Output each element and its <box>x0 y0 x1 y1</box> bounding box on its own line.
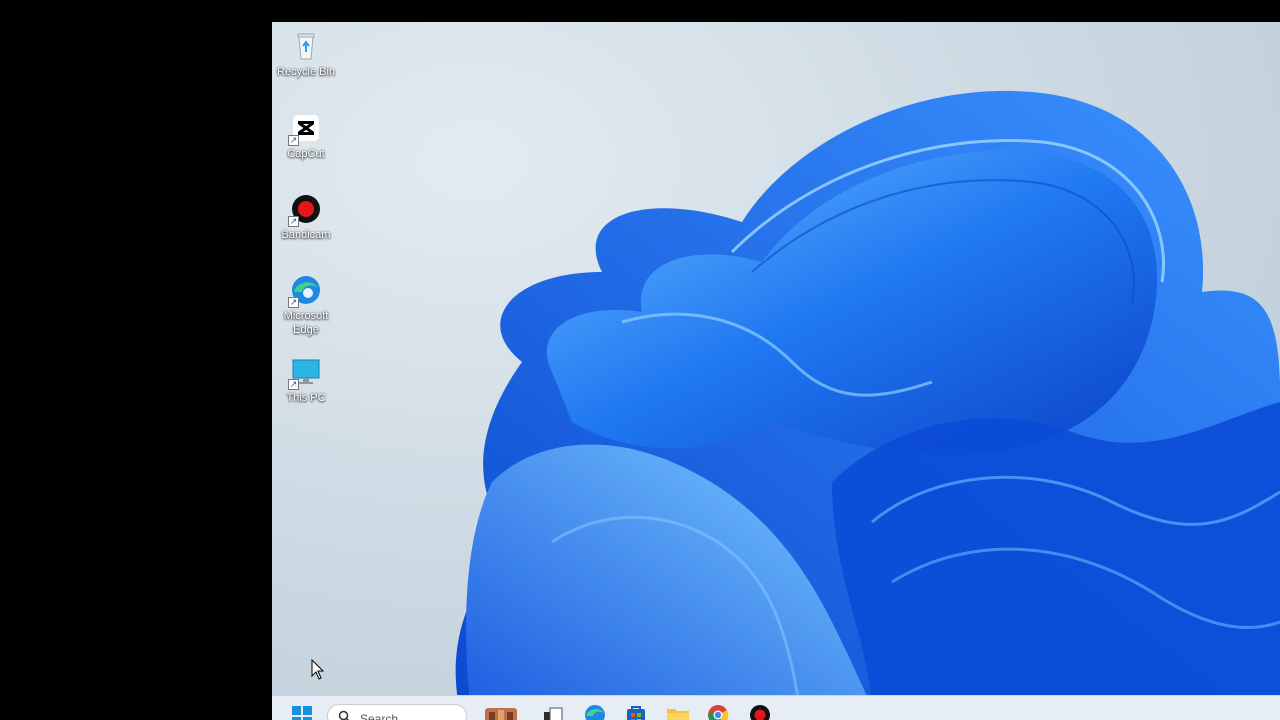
mouse-cursor-icon <box>311 658 325 686</box>
desktop-icon-label: Bandicam <box>281 229 331 241</box>
shortcut-arrow-icon: ↗ <box>288 216 299 227</box>
desktop-icon-this-pc[interactable]: ↗ This PC <box>272 356 342 405</box>
widgets-icon[interactable] <box>484 704 518 720</box>
desktop-icon-label: This PC <box>286 392 326 404</box>
desktop-icon-label: Microsoft Edge <box>283 310 329 336</box>
bandicam-icon: ↗ <box>288 193 322 227</box>
store-icon[interactable] <box>625 704 647 720</box>
shortcut-arrow-icon: ↗ <box>288 135 299 146</box>
search-icon <box>338 710 351 720</box>
shortcut-arrow-icon: ↗ <box>288 379 299 390</box>
edge-icon[interactable] <box>584 704 606 720</box>
desktop-icon-bandicam[interactable]: ↗ Bandicam <box>272 193 342 242</box>
bloom-wallpaper <box>455 90 1280 720</box>
desktop-icon-capcut[interactable]: ↗ CapCut <box>272 112 342 161</box>
this-pc-icon: ↗ <box>288 356 322 390</box>
search-placeholder: Search <box>360 712 399 720</box>
file-explorer-icon[interactable] <box>666 705 690 720</box>
recycle-bin-icon <box>290 30 322 62</box>
desktop[interactable]: Recycle Bin ↗ CapCut ↗ Bandicam ↗ Micros… <box>272 22 1280 720</box>
start-icon[interactable] <box>291 705 313 720</box>
edge-icon: ↗ <box>288 274 322 308</box>
shortcut-arrow-icon: ↗ <box>288 297 299 308</box>
desktop-icon-recycle-bin[interactable]: Recycle Bin <box>272 30 342 79</box>
capcut-icon: ↗ <box>288 112 322 146</box>
search-box[interactable]: Search <box>327 704 467 720</box>
desktop-icon-label: CapCut <box>287 148 325 160</box>
desktop-icon-edge[interactable]: ↗ Microsoft Edge <box>272 274 342 337</box>
desktop-icon-label: Recycle Bin <box>276 66 336 78</box>
chrome-icon[interactable] <box>707 704 729 720</box>
taskbar: Search <box>272 695 1280 720</box>
bandicam-icon[interactable] <box>749 704 771 720</box>
task-view-icon[interactable] <box>542 706 564 720</box>
